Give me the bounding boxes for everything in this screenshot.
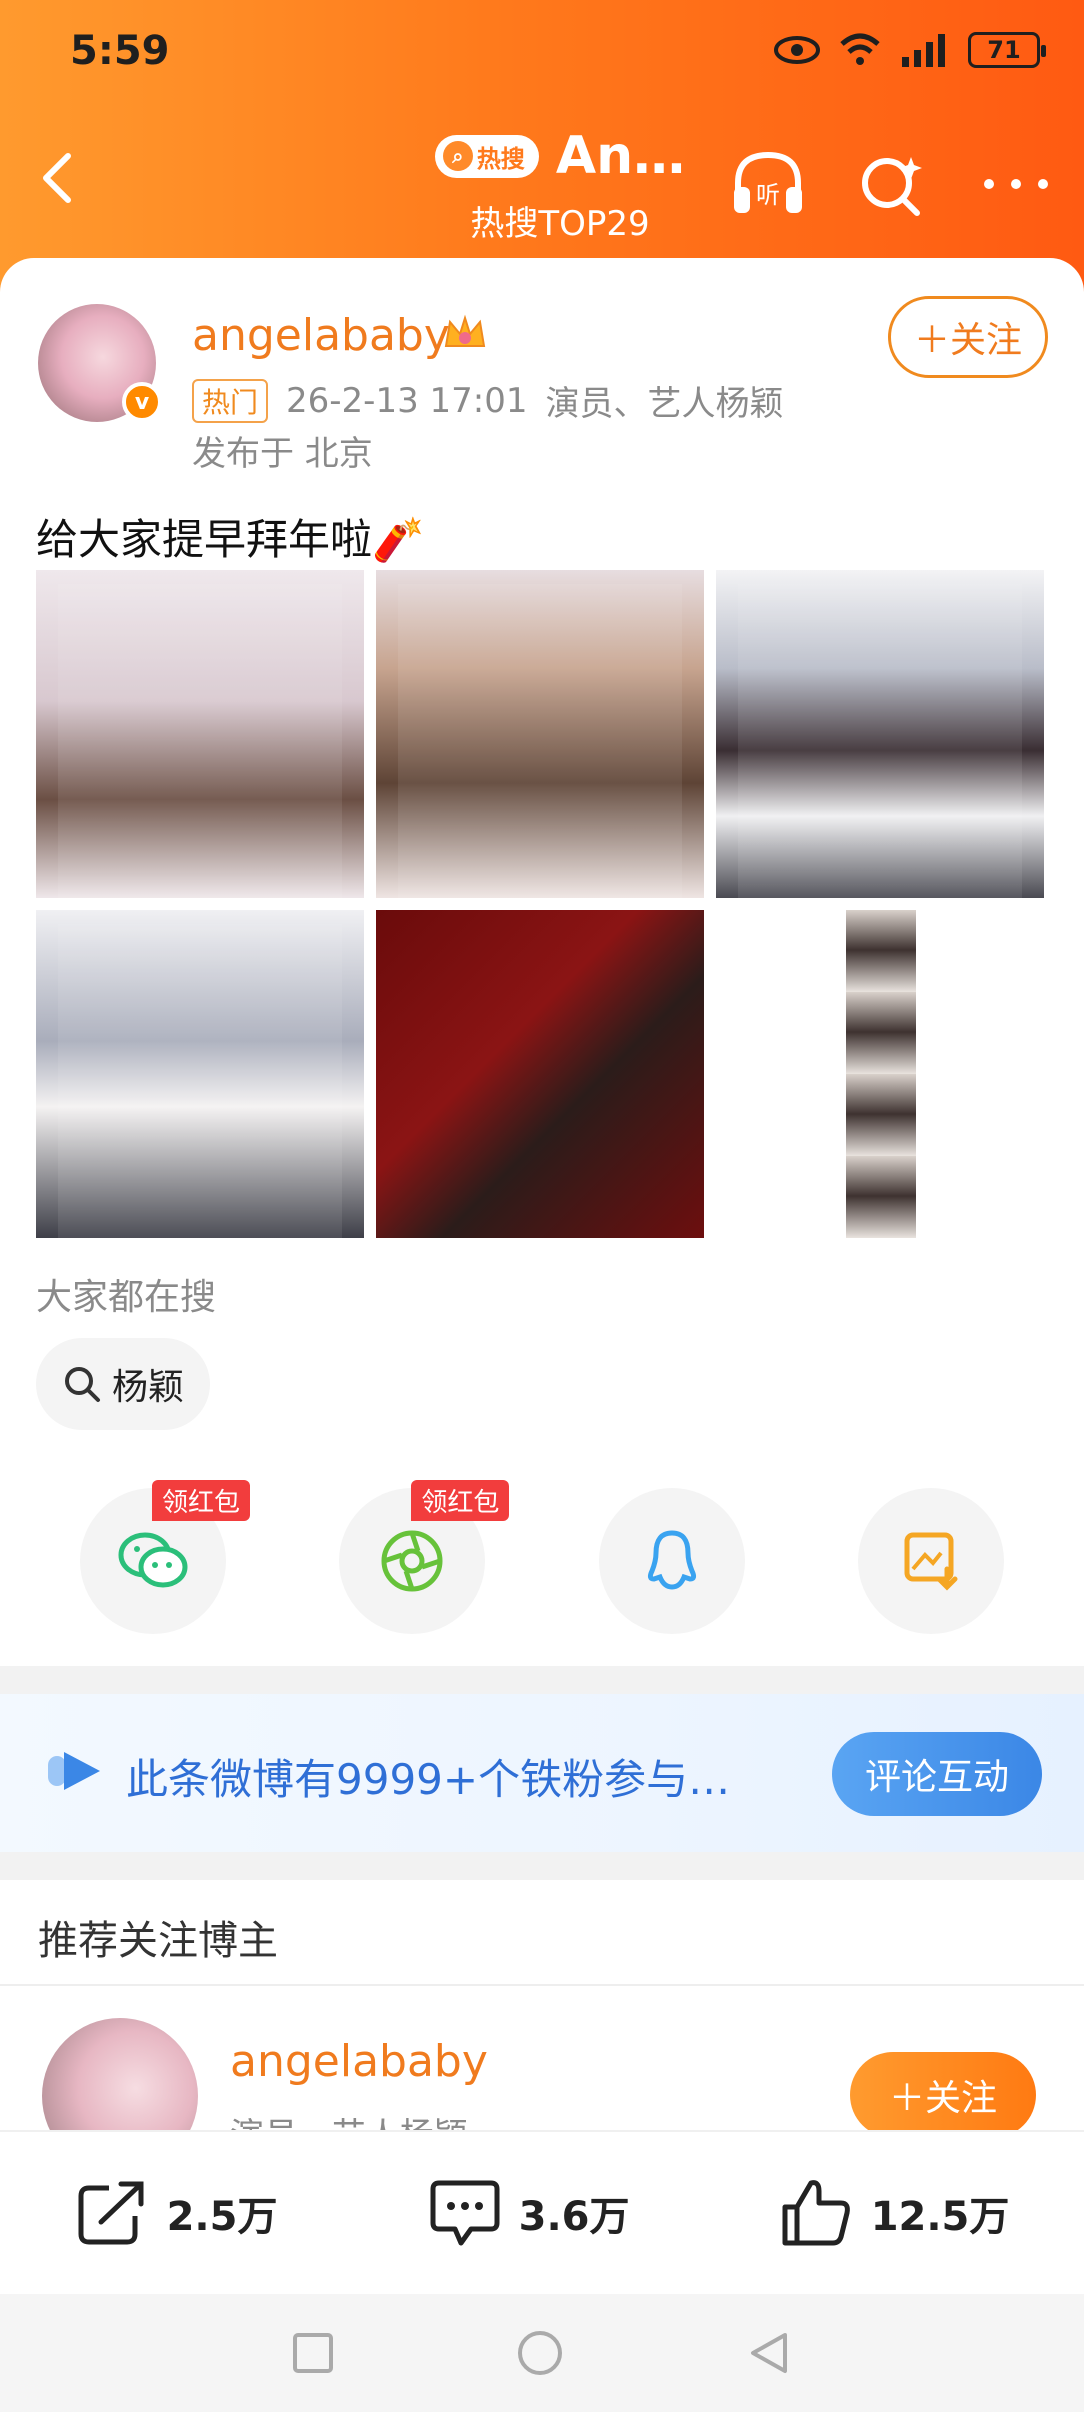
follow-button[interactable]: ＋关注 [888,296,1048,378]
post-text: 给大家提早拜年啦🧨 [36,515,425,564]
search-chip[interactable]: 杨颖 [36,1338,211,1430]
chevron-left-icon [43,153,71,203]
back-button[interactable] [30,148,90,208]
moments-icon [381,1530,443,1592]
search-icon [65,1367,100,1402]
qq-icon [647,1530,696,1590]
hot-search-title[interactable]: ⌕ 热搜 An… 热搜TOP29 [410,126,710,245]
ai-search-button[interactable] [854,146,930,222]
home-icon[interactable] [515,2328,565,2378]
post-image[interactable] [716,570,1044,898]
share-row: 领红包 领红包 [80,1480,1004,1634]
system-navigation [0,2294,1084,2412]
comment-button[interactable]: 3.6万 [427,2177,630,2249]
like-count: 12.5万 [870,2194,1010,2240]
hot-search-pill: ⌕ 热搜 [434,134,539,178]
share-wechat-button[interactable]: 领红包 [80,1480,251,1634]
red-packet-badge: 领红包 [411,1480,510,1521]
top-navigation: ⌕ 热搜 An… 热搜TOP29 听 [0,118,1084,258]
nav-actions: 听 [730,146,1054,222]
thumbs-up-icon [782,2180,850,2246]
nav-subtitle: 热搜TOP29 [470,204,650,244]
status-icons: 71 [774,32,1046,68]
photo-frame [398,584,682,898]
share-icon [78,2181,144,2245]
crown-icon [444,314,486,347]
post-image[interactable] [36,570,364,898]
action-bar: 2.5万 3.6万 12.5万 [0,2130,1084,2294]
image-grid [36,570,1048,1238]
post-datetime: 26-2-13 17:01 [286,380,528,421]
status-time: 5:59 [70,28,170,74]
hot-tag: 热门 [192,378,269,423]
wechat-icon [118,1532,188,1588]
share-qq-button[interactable] [598,1488,745,1634]
post-source: 演员、艺人杨颖 [545,384,784,424]
post-image[interactable] [716,910,1044,1238]
post-meta: 热门 26-2-13 17:01 演员、艺人杨颖 [192,376,784,425]
eye-icon [774,36,820,64]
post-image[interactable] [36,910,364,1238]
comment-count: 3.6万 [518,2194,630,2240]
repost-button[interactable]: 2.5万 [75,2178,278,2248]
share-moments-button[interactable]: 领红包 [339,1480,510,1634]
fan-banner-text: 此条微博有9999+个铁粉参与… [126,1755,731,1804]
verified-badge-icon: v [122,382,162,422]
hot-search-pill-label: 热搜 [476,144,525,173]
nav-title: An… [555,126,686,186]
repost-count: 2.5万 [166,2194,278,2240]
save-image-icon [904,1532,958,1591]
headphones-icon: 听 [734,151,802,213]
search-icon: ⌕ [442,141,473,171]
fan-play-icon [48,1752,100,1790]
recommend-follow-button[interactable]: ＋关注 [850,2052,1036,2138]
svg-text:听: 听 [756,181,780,209]
recents-icon[interactable] [291,2331,335,2375]
trending-search-label: 大家都在搜 [36,1277,217,1318]
comment-interact-button[interactable]: 评论互动 [832,1732,1042,1816]
comment-icon [430,2180,500,2246]
search-chip-label: 杨颖 [112,1367,185,1408]
recommend-title: 推荐关注博主 [38,1918,278,1964]
listen-button[interactable]: 听 [730,146,806,222]
more-dots-icon [984,179,1048,189]
fan-banner[interactable]: 此条微博有9999+个铁粉参与… 评论互动 [0,1694,1084,1852]
photo-strip [846,910,916,1238]
wifi-icon [840,33,880,65]
section-divider [0,1666,1084,1694]
recommend-name[interactable]: angelababy [230,2036,488,2087]
post-image[interactable] [376,570,704,898]
save-image-button[interactable] [857,1488,1004,1634]
back-triangle-icon[interactable] [745,2329,793,2377]
sparkle-search-icon [862,157,922,216]
battery-indicator: 71 [968,32,1046,68]
photo-frame [58,584,342,898]
red-packet-badge: 领红包 [152,1480,251,1521]
more-button[interactable] [978,146,1054,222]
post-username[interactable]: angelababy [192,310,450,361]
section-divider [0,1852,1084,1880]
signal-icon [902,34,945,67]
like-button[interactable]: 12.5万 [779,2177,1010,2249]
photo-frame [58,924,342,1238]
status-bar: 5:59 71 [0,0,1084,110]
post-location: 发布于 北京 [192,434,373,474]
post-card: v angelababy 热门 26-2-13 17:01 演员、艺人杨颖 发布… [0,258,1084,1668]
photo-frame [738,584,1022,898]
recommend-divider [0,1984,1084,1986]
post-image[interactable] [376,910,704,1238]
